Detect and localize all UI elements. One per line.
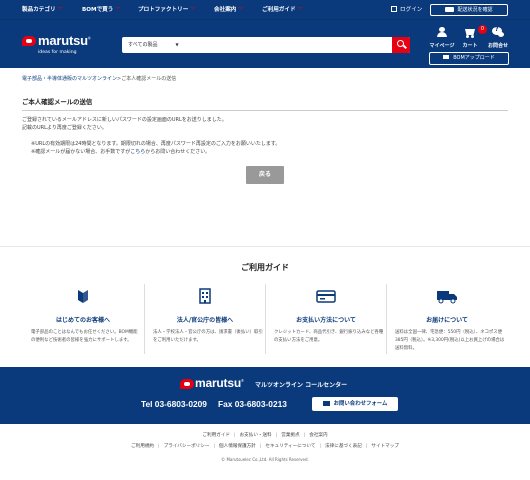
bom-upload-button[interactable]: BOMアップロード — [429, 52, 509, 65]
nav-guide[interactable]: ご利用ガイド ﹀ — [262, 0, 303, 20]
contact-here-link[interactable]: こちら — [130, 149, 145, 155]
footer-link[interactable]: 個人情報保護方針 — [219, 443, 256, 449]
contact-button[interactable]: お問合せ — [485, 25, 511, 49]
call-center-title: マルツオンライン コールセンター — [255, 382, 348, 389]
footer-link[interactable]: サイトマップ — [371, 443, 399, 449]
search-category-select[interactable]: すべての製品 ▼ — [128, 37, 179, 53]
search-bar: すべての製品 ▼ — [122, 37, 410, 53]
mail-icon — [322, 400, 330, 406]
shipping-status-button[interactable]: 配送状況を確認 — [430, 4, 508, 16]
nav-product-category[interactable]: 製品カテゴリ ﹀ — [22, 0, 63, 20]
nav-bom[interactable]: BOMで買う ﹀ — [82, 0, 120, 20]
footer-link[interactable]: 営業拠点 — [281, 432, 299, 438]
phone-number: Tel 03-6803-0209 — [141, 399, 207, 409]
marutsu-logo-icon — [22, 36, 36, 46]
truck-icon — [445, 6, 455, 12]
chevron-down-icon: ﹀ — [238, 7, 244, 13]
footer-link[interactable]: セキュリティーについて — [265, 443, 315, 449]
footer-link[interactable]: ご利用規約 — [131, 443, 154, 449]
confirmation-message: ご登録されているメールアドレスに新しいパスワードの設定画面のURLをお送りしまし… — [22, 117, 227, 123]
fax-number: Fax 03-6803-0213 — [218, 399, 287, 409]
beginner-mark-icon — [78, 290, 88, 303]
upload-icon — [443, 55, 450, 59]
cart-icon: 0 — [464, 25, 487, 38]
marutsu-logo-icon — [180, 379, 194, 389]
no-email-note: ※確認メールが届かない場合、お手数ですがこちらからお問い合わせください。 — [31, 149, 211, 155]
breadcrumb: 電子部品・半導体通販のマルツオンライン>ご本人確認メールの送信 — [22, 76, 177, 82]
contact-form-button[interactable]: お問い合わせフォーム — [312, 397, 398, 411]
guide-first-time[interactable]: はじめてのお客様へ 電子部品のことはなんでもお任せください。BOM機能の便利など… — [22, 283, 144, 355]
footer-link[interactable]: 会社案内 — [309, 432, 327, 438]
footer-links-secondary: ご利用規約 | プライバシーポリシー | 個人情報保護方針 | セキュリティーについて | 法律… — [131, 443, 399, 449]
chevron-down-icon: ﹀ — [297, 7, 303, 13]
guide-title: ご利用ガイド — [241, 263, 289, 272]
breadcrumb-current: ご本人確認メールの送信 — [121, 76, 177, 82]
person-icon — [436, 27, 448, 38]
footer-link[interactable]: ご利用ガイド — [202, 432, 230, 438]
nav-company[interactable]: 会社案内 ﹀ — [214, 0, 243, 20]
chevron-down-icon: ﹀ — [190, 7, 196, 13]
credit-card-icon — [316, 290, 336, 303]
search-icon — [397, 40, 404, 47]
cart-button[interactable]: 0 カート — [457, 25, 487, 49]
mypage-button[interactable]: マイページ — [429, 25, 455, 49]
guide-delivery[interactable]: お届けについて 送料は全国一律、宅急便：550円（税込）、ネコポス便385円（税… — [386, 283, 508, 355]
truck-icon — [437, 291, 457, 304]
logo-tagline: ideas for making — [38, 50, 77, 55]
nav-proto-factory[interactable]: プロトファクトリー ﹀ — [138, 0, 195, 20]
guide-corporate[interactable]: 法人/官公庁の皆様へ 法人・学校法人・官公庁の方は、請求書（後払い）取引をご利用… — [144, 283, 266, 355]
login-link[interactable]: ログイン — [391, 0, 422, 20]
confirmation-message-2: 記載のURLより再度ご登録ください。 — [22, 125, 107, 131]
expiry-note: ※URLの有効期限は24時間となります。期限切れの場合、再度パスワード再設定のご… — [31, 141, 281, 147]
footer-link[interactable]: 法律に基づく表記 — [325, 443, 362, 449]
chevron-down-icon: ﹀ — [57, 7, 63, 13]
chevron-down-icon: ﹀ — [115, 7, 121, 13]
call-center-footer — [0, 367, 530, 424]
back-button[interactable]: 戻る — [246, 166, 284, 184]
section-divider — [0, 246, 530, 247]
footer-links-primary: ご利用ガイド | お支払い・送料 | 営業拠点 | 会社案内 — [202, 432, 328, 438]
caret-down-icon: ▼ — [175, 42, 179, 47]
search-button[interactable] — [392, 37, 410, 53]
building-icon — [199, 288, 211, 304]
guide-payment[interactable]: お支払い方法について クレジットカード、商品代引き、銀行振り込みなど各種の支払い… — [265, 283, 387, 355]
search-input[interactable] — [192, 39, 387, 51]
login-icon — [391, 6, 397, 12]
top-navigation-bar: 製品カテゴリ ﹀ BOMで買う ﹀ プロトファクトリー ﹀ 会社案内 ﹀ ご利用ガイド ﹀… — [0, 0, 530, 20]
copyright: © Marutsuelec Co.,Ltd. All Rights Reserv… — [221, 457, 309, 462]
breadcrumb-home-link[interactable]: 電子部品・半導体通販のマルツオンライン — [22, 76, 117, 82]
footer-link[interactable]: プライバシーポリシー — [164, 443, 210, 449]
page-title: ご本人確認メールの送信 — [22, 97, 508, 111]
chat-bubble-icon — [492, 26, 505, 38]
footer-link[interactable]: お支払い・送料 — [240, 432, 272, 438]
